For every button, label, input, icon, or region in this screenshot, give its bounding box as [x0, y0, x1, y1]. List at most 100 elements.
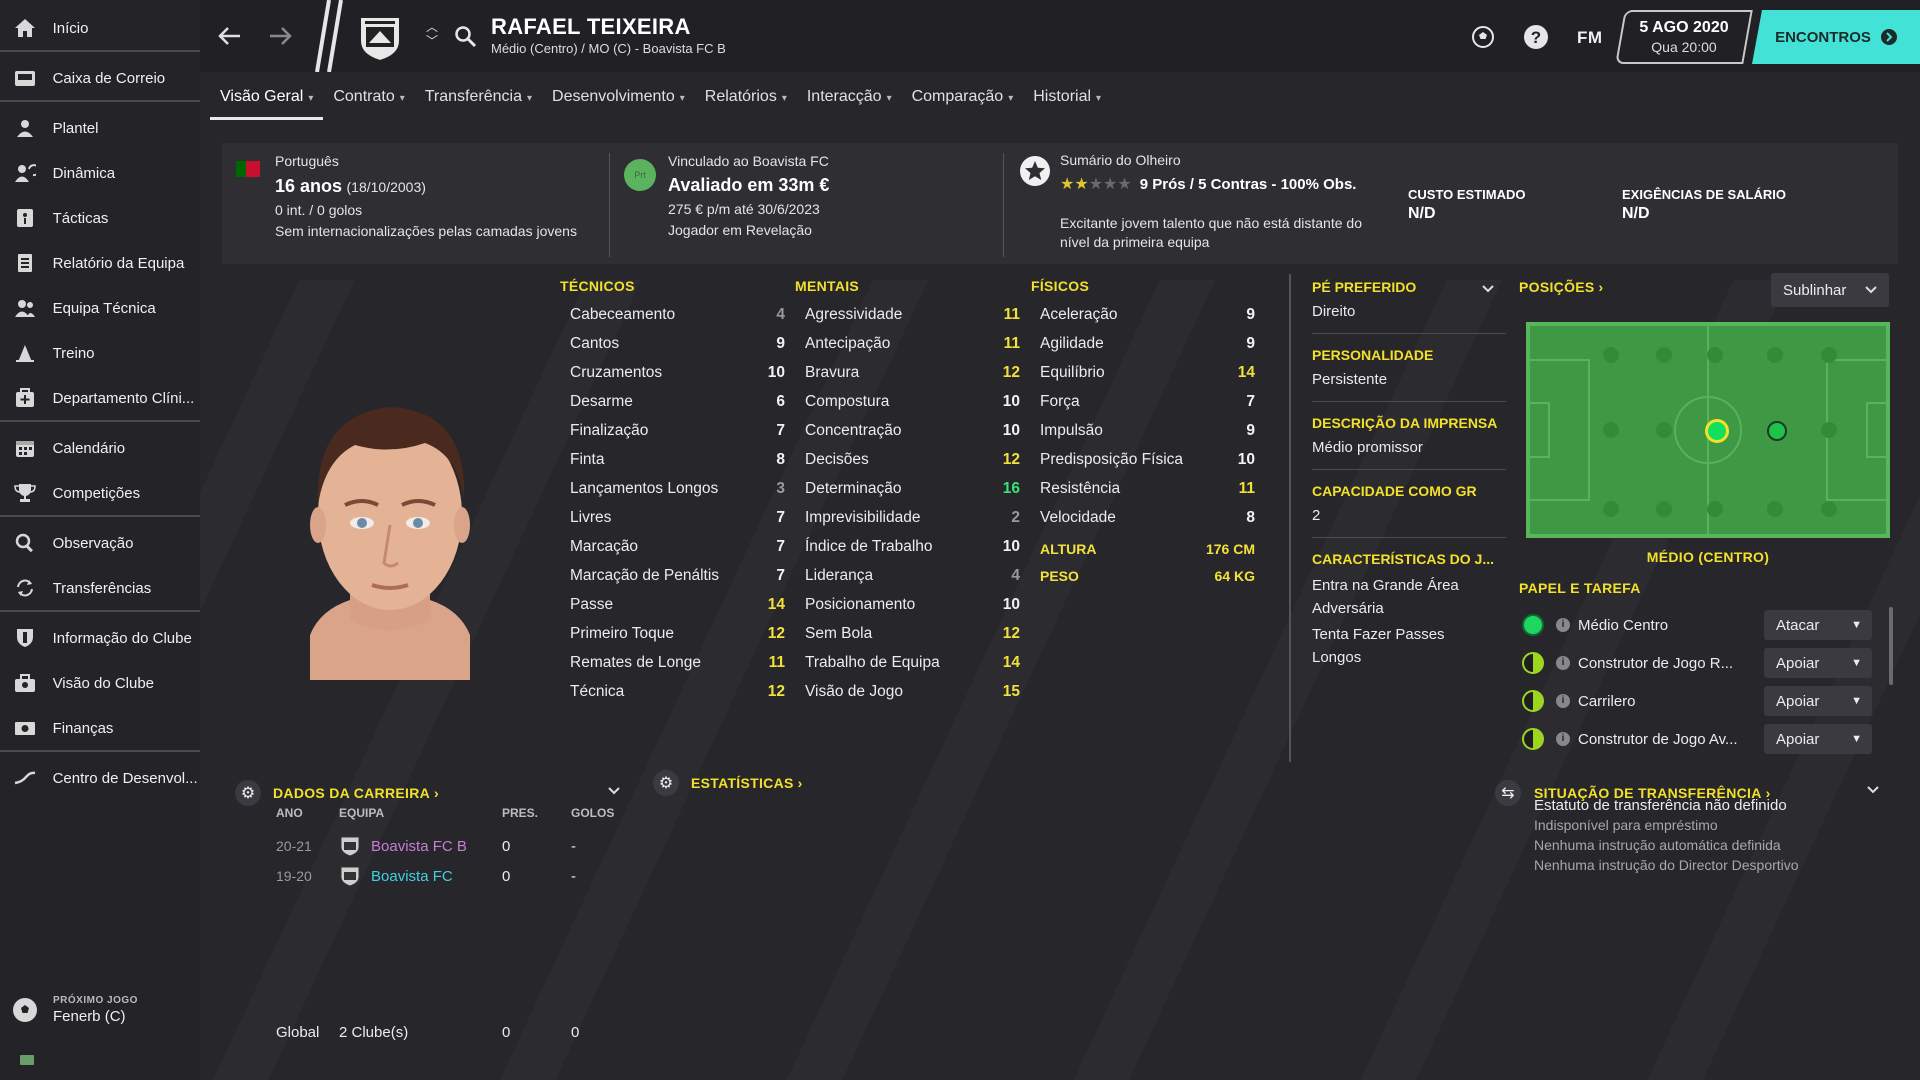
forward-button[interactable]: [266, 22, 294, 50]
attribute-row[interactable]: Liderança 4: [805, 562, 1020, 590]
positions-link[interactable]: POSIÇÕES ›: [1519, 279, 1604, 295]
tab-reports[interactable]: Relatórios ▾: [695, 80, 797, 120]
duty-select[interactable]: Apoiar ▼: [1764, 686, 1872, 716]
attribute-row[interactable]: Finalização 7: [570, 417, 785, 445]
attribute-row[interactable]: Marcação 7: [570, 533, 785, 561]
attribute-row[interactable]: Agressividade 11: [805, 301, 1020, 329]
col-year[interactable]: ANO: [276, 806, 303, 820]
info-icon[interactable]: i: [1556, 618, 1570, 632]
tab-contract[interactable]: Contrato ▾: [323, 80, 414, 120]
attribute-row[interactable]: Concentração 10: [805, 417, 1020, 445]
sidebar-item-club-vision[interactable]: Visão do Clube: [0, 663, 200, 703]
tab-history[interactable]: Historial ▾: [1023, 80, 1111, 120]
sidebar-item-competitions[interactable]: Competições: [0, 473, 200, 513]
info-icon[interactable]: i: [1556, 694, 1570, 708]
attribute-row[interactable]: Imprevisibilidade 2: [805, 504, 1020, 532]
tab-overview[interactable]: Visão Geral ▾: [210, 80, 324, 120]
attribute-row[interactable]: Força 7: [1040, 388, 1255, 416]
sidebar-item-training[interactable]: Treino: [0, 333, 200, 373]
attribute-row[interactable]: Resistência 11: [1040, 475, 1255, 503]
roles-scrollbar[interactable]: [1889, 607, 1893, 685]
attribute-row[interactable]: Determinação 16: [805, 475, 1020, 503]
career-row[interactable]: 20-21 Boavista FC B 0 -: [276, 832, 626, 860]
attribute-row[interactable]: Marcação de Penáltis 7: [570, 562, 785, 590]
attribute-row[interactable]: Posicionamento 10: [805, 591, 1020, 619]
attribute-row[interactable]: Cantos 9: [570, 330, 785, 358]
career-header[interactable]: ⚙ DADOS DA CARREIRA ›: [235, 780, 439, 806]
sidebar-item-team-report[interactable]: Relatório da Equipa: [0, 243, 200, 283]
attribute-row[interactable]: Equilíbrio 14: [1040, 359, 1255, 387]
info-icon[interactable]: i: [1556, 656, 1570, 670]
info-icon[interactable]: i: [1556, 732, 1570, 746]
sidebar-item-medical[interactable]: Departamento Clíni...: [0, 378, 200, 418]
career-row[interactable]: 19-20 Boavista FC 0 -: [276, 862, 626, 890]
attribute-row[interactable]: Finta 8: [570, 446, 785, 474]
attribute-row[interactable]: Sem Bola 12: [805, 620, 1020, 648]
fm-menu-button[interactable]: FM: [1577, 28, 1603, 48]
settings-gear-icon[interactable]: ⚙: [653, 770, 679, 796]
sidebar-item-club-info[interactable]: Informação do Clube: [0, 618, 200, 658]
col-team[interactable]: EQUIPA: [339, 806, 384, 820]
duty-select[interactable]: Atacar ▼: [1764, 610, 1872, 640]
attribute-row[interactable]: Livres 7: [570, 504, 785, 532]
club-crest-icon[interactable]: [355, 13, 405, 63]
attribute-row[interactable]: Trabalho de Equipa 14: [805, 649, 1020, 677]
attribute-row[interactable]: Velocidade 8: [1040, 504, 1255, 532]
help-icon[interactable]: ?: [1523, 24, 1549, 50]
attribute-row[interactable]: Visão de Jogo 15: [805, 678, 1020, 706]
attribute-row[interactable]: Agilidade 9: [1040, 330, 1255, 358]
career-team-link[interactable]: Boavista FC: [371, 868, 453, 885]
col-apps[interactable]: PRES.: [502, 806, 538, 820]
continue-button[interactable]: ENCONTROS: [1752, 10, 1920, 64]
attribute-row[interactable]: Aceleração 9: [1040, 301, 1255, 329]
attribute-row[interactable]: Antecipação 11: [805, 330, 1020, 358]
chevron-down-icon[interactable]: [1481, 284, 1495, 294]
attribute-row[interactable]: Lançamentos Longos 3: [570, 475, 785, 503]
next-game[interactable]: PRÓXIMO JOGO Fenerb (C): [0, 985, 200, 1035]
sidebar-item-squad[interactable]: Plantel: [0, 108, 200, 148]
col-goals[interactable]: GOLOS: [571, 806, 614, 820]
chevron-down-icon[interactable]: [1866, 785, 1880, 795]
sidebar-item-finances[interactable]: Finanças: [0, 708, 200, 748]
scout-star-icon[interactable]: [1019, 155, 1051, 187]
attribute-row[interactable]: Passe 14: [570, 591, 785, 619]
attribute-row[interactable]: Cabeceamento 4: [570, 301, 785, 329]
stats-header[interactable]: ⚙ ESTATÍSTICAS ›: [653, 770, 803, 796]
position-marker-secondary[interactable]: [1767, 421, 1787, 441]
attribute-row[interactable]: Técnica 12: [570, 678, 785, 706]
sidebar-item-dynamics[interactable]: Dinâmica: [0, 153, 200, 193]
search-icon[interactable]: [454, 25, 478, 49]
sidebar-item-scouting[interactable]: Observação: [0, 523, 200, 563]
attribute-row[interactable]: Decisões 12: [805, 446, 1020, 474]
chevron-up-icon[interactable]: ︿: [426, 20, 438, 34]
settings-gear-icon[interactable]: ⚙: [235, 780, 261, 806]
tab-interaction[interactable]: Interacção ▾: [797, 80, 902, 120]
back-button[interactable]: [216, 22, 244, 50]
sidebar-item-home[interactable]: Início: [0, 8, 200, 48]
tab-transfer[interactable]: Transferência ▾: [415, 80, 542, 120]
attribute-row[interactable]: Bravura 12: [805, 359, 1020, 387]
attribute-row[interactable]: Primeiro Toque 12: [570, 620, 785, 648]
transfer-arrows-icon[interactable]: ⇆: [1495, 780, 1521, 806]
attribute-row[interactable]: Desarme 6: [570, 388, 785, 416]
attribute-row[interactable]: Cruzamentos 10: [570, 359, 785, 387]
sidebar-item-tactics[interactable]: Tácticas: [0, 198, 200, 238]
duty-select[interactable]: Apoiar ▼: [1764, 724, 1872, 754]
attribute-row[interactable]: Índice de Trabalho 10: [805, 533, 1020, 561]
sidebar-item-development[interactable]: Centro de Desenvol...: [0, 758, 200, 798]
tab-comparison[interactable]: Comparação ▾: [902, 80, 1024, 120]
duty-select[interactable]: Apoiar ▼: [1764, 648, 1872, 678]
attribute-row[interactable]: Impulsão 9: [1040, 417, 1255, 445]
sidebar-item-calendar[interactable]: Calendário: [0, 428, 200, 468]
current-date[interactable]: 5 AGO 2020 Qua 20:00: [1620, 19, 1748, 55]
highlight-select[interactable]: Sublinhar: [1771, 273, 1889, 307]
attribute-row[interactable]: Predisposição Física 10: [1040, 446, 1255, 474]
player-switch-arrows[interactable]: ︿ ﹀: [426, 20, 438, 48]
chevron-down-icon[interactable]: [607, 786, 621, 796]
ball-icon[interactable]: [1470, 24, 1496, 50]
attribute-row[interactable]: Remates de Longe 11: [570, 649, 785, 677]
career-team-link[interactable]: Boavista FC B: [371, 838, 467, 855]
sidebar-item-staff[interactable]: Equipa Técnica: [0, 288, 200, 328]
sidebar-item-inbox[interactable]: Caixa de Correio: [0, 58, 200, 98]
chevron-down-icon[interactable]: ﹀: [426, 34, 438, 48]
